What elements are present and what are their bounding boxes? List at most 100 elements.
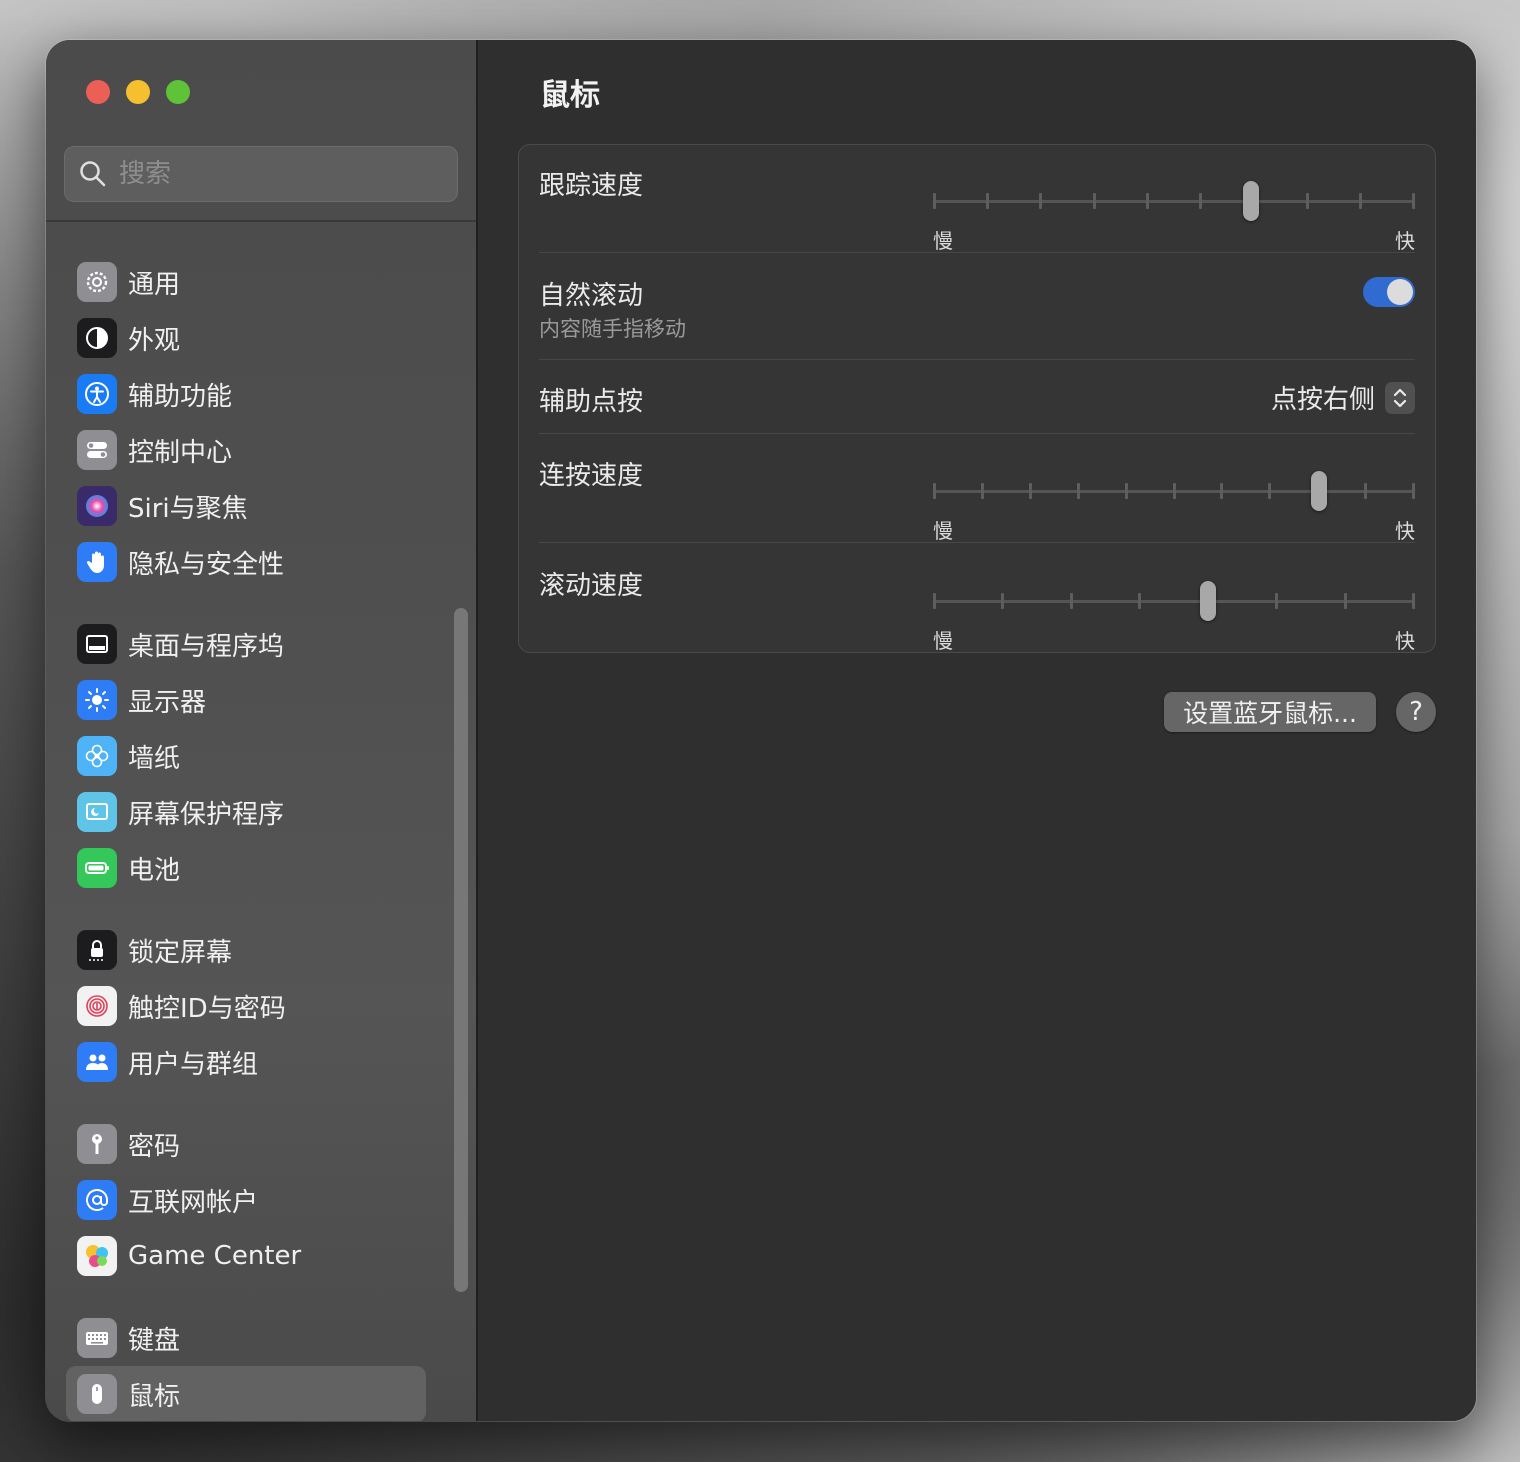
- slider-track: [933, 200, 1415, 203]
- slider-tick: [933, 593, 936, 609]
- slider-tick: [933, 193, 936, 209]
- sidebar-item-label: 电池: [128, 855, 181, 886]
- zoom-window-button[interactable]: [166, 80, 190, 104]
- row-separator: [539, 542, 1415, 543]
- sidebar-item-label: 密码: [128, 1131, 181, 1162]
- chevron-updown-icon: [1385, 381, 1415, 414]
- sidebar-item-accessibility[interactable]: 辅助功能: [66, 366, 458, 422]
- screensaver-icon: [77, 792, 117, 832]
- game-center-icon: [77, 1236, 117, 1276]
- scroll-speed-max-label: 快: [1395, 629, 1415, 653]
- sidebar-item-lock[interactable]: 锁定屏幕: [66, 922, 458, 978]
- row-separator: [539, 433, 1415, 434]
- minimize-window-button[interactable]: [126, 80, 150, 104]
- slider-tick: [1145, 193, 1149, 209]
- sidebar-item-label: Game Center: [128, 1241, 302, 1271]
- sidebar-item-label: 屏幕保护程序: [128, 799, 285, 830]
- natural-scrolling-toggle[interactable]: [1363, 277, 1415, 307]
- sidebar-nav: 通用外观 辅助功能控制中心 Siri与聚焦隐私与安全性 桌面与程序坞 显示器墙纸屏幕保护…: [66, 254, 458, 1421]
- sidebar-item-key[interactable]: 密码: [66, 1116, 458, 1172]
- sidebar-group: 键盘鼠标: [66, 1310, 458, 1421]
- sidebar-item-dock[interactable]: 桌面与程序坞: [66, 616, 458, 672]
- natural-scrolling-label: 自然滚动: [539, 281, 644, 311]
- sidebar-item-screensaver[interactable]: 屏幕保护程序: [66, 784, 458, 840]
- slider-tick: [1412, 593, 1415, 609]
- sidebar: 通用外观辅助功能控制中心 Siri与聚焦隐私与安全性桌面与程序坞显示器墙纸屏幕保护…: [46, 40, 478, 1421]
- help-button[interactable]: ?: [1396, 692, 1436, 732]
- gear-icon: [77, 262, 117, 302]
- slider-thumb[interactable]: [1200, 581, 1217, 621]
- sidebar-item-appearance[interactable]: 外观: [66, 310, 458, 366]
- search-field[interactable]: [64, 146, 458, 202]
- fingerprint-icon: [77, 986, 117, 1026]
- slider-tick: [1039, 193, 1043, 209]
- secondary-click-popup[interactable]: 点按右侧: [1271, 379, 1415, 416]
- page-title: 鼠标: [540, 78, 600, 113]
- sidebar-item-label: 用户与群组: [128, 1049, 259, 1080]
- sidebar-item-flower[interactable]: 墙纸: [66, 728, 458, 784]
- slider-tick: [1343, 593, 1347, 609]
- natural-scrolling-row: 自然滚动 内容随手指移动: [539, 275, 1415, 345]
- sidebar-item-label: 键盘: [128, 1325, 181, 1356]
- sidebar-item-label: 控制中心: [128, 437, 233, 468]
- slider-thumb[interactable]: [1243, 181, 1260, 221]
- sidebar-item-control-center[interactable]: 控制中心: [66, 422, 458, 478]
- scroll-speed-row: 滚动速度 慢 快: [539, 565, 1415, 655]
- main-content: 鼠标 跟踪速度 慢 快 自然滚动 内容随手指移动 辅助点按 点按右侧 连按速度 …: [478, 40, 1476, 1421]
- key-icon: [77, 1124, 117, 1164]
- sidebar-item-hand[interactable]: 隐私与安全性: [66, 534, 458, 590]
- sidebar-group: 锁定屏幕 触控ID与密码用户与群组: [66, 922, 458, 1090]
- slider-tick: [980, 483, 984, 499]
- sidebar-item-fingerprint[interactable]: 触控ID与密码: [66, 978, 458, 1034]
- search-input[interactable]: [117, 158, 421, 190]
- sidebar-item-gear[interactable]: 通用: [66, 254, 458, 310]
- sidebar-item-label: Siri与聚焦: [128, 493, 248, 524]
- scroll-speed-slider[interactable]: [933, 581, 1415, 621]
- setup-bluetooth-mouse-button[interactable]: 设置蓝牙鼠标...: [1164, 692, 1376, 732]
- slider-tick: [1172, 483, 1176, 499]
- double-click-speed-max-label: 快: [1395, 519, 1415, 543]
- tracking-speed-max-label: 快: [1395, 229, 1415, 253]
- appearance-icon: [77, 318, 117, 358]
- row-separator: [539, 359, 1415, 360]
- slider-tick: [1001, 593, 1005, 609]
- slider-tick: [1275, 593, 1279, 609]
- slider-tick: [1412, 193, 1415, 209]
- sidebar-item-label: 隐私与安全性: [128, 549, 285, 580]
- sidebar-item-label: 桌面与程序坞: [128, 631, 285, 662]
- sidebar-scrollbar[interactable]: [454, 608, 468, 1292]
- secondary-click-label: 辅助点按: [539, 387, 644, 417]
- slider-tick: [1358, 193, 1362, 209]
- slider-tick: [1268, 483, 1272, 499]
- sidebar-item-mouse[interactable]: 鼠标: [66, 1366, 426, 1421]
- sidebar-group: 桌面与程序坞 显示器墙纸屏幕保护程序 电池: [66, 616, 458, 896]
- sidebar-item-sun[interactable]: 显示器: [66, 672, 458, 728]
- sidebar-item-label: 显示器: [128, 687, 207, 718]
- slider-tick: [1364, 483, 1368, 499]
- double-click-speed-min-label: 慢: [933, 519, 953, 543]
- sidebar-group: 密码互联网帐户 Game Center: [66, 1116, 458, 1284]
- sidebar-item-battery[interactable]: 电池: [66, 840, 458, 896]
- slider-tick: [1124, 483, 1128, 499]
- slider-tick: [1220, 483, 1224, 499]
- keyboard-icon: [77, 1318, 117, 1358]
- scroll-speed-label: 滚动速度: [539, 571, 644, 601]
- sidebar-item-users[interactable]: 用户与群组: [66, 1034, 458, 1090]
- dock-icon: [77, 624, 117, 664]
- double-click-speed-slider[interactable]: [933, 471, 1415, 511]
- close-window-button[interactable]: [86, 80, 110, 104]
- sun-icon: [77, 680, 117, 720]
- sidebar-item-game-center[interactable]: Game Center: [66, 1228, 458, 1284]
- slider-thumb[interactable]: [1310, 471, 1327, 511]
- mouse-settings-panel: 跟踪速度 慢 快 自然滚动 内容随手指移动 辅助点按 点按右侧 连按速度 慢 快…: [518, 144, 1436, 653]
- natural-scrolling-sublabel: 内容随手指移动: [539, 317, 686, 341]
- sidebar-item-label: 通用: [128, 269, 181, 300]
- hand-icon: [77, 542, 117, 582]
- sidebar-item-label: 互联网帐户: [128, 1187, 259, 1218]
- sidebar-item-siri[interactable]: Siri与聚焦: [66, 478, 458, 534]
- tracking-speed-slider[interactable]: [933, 181, 1415, 221]
- slider-track: [933, 600, 1415, 603]
- sidebar-item-at[interactable]: 互联网帐户: [66, 1172, 458, 1228]
- sidebar-item-keyboard[interactable]: 键盘: [66, 1310, 458, 1366]
- sidebar-item-label: 墙纸: [128, 743, 181, 774]
